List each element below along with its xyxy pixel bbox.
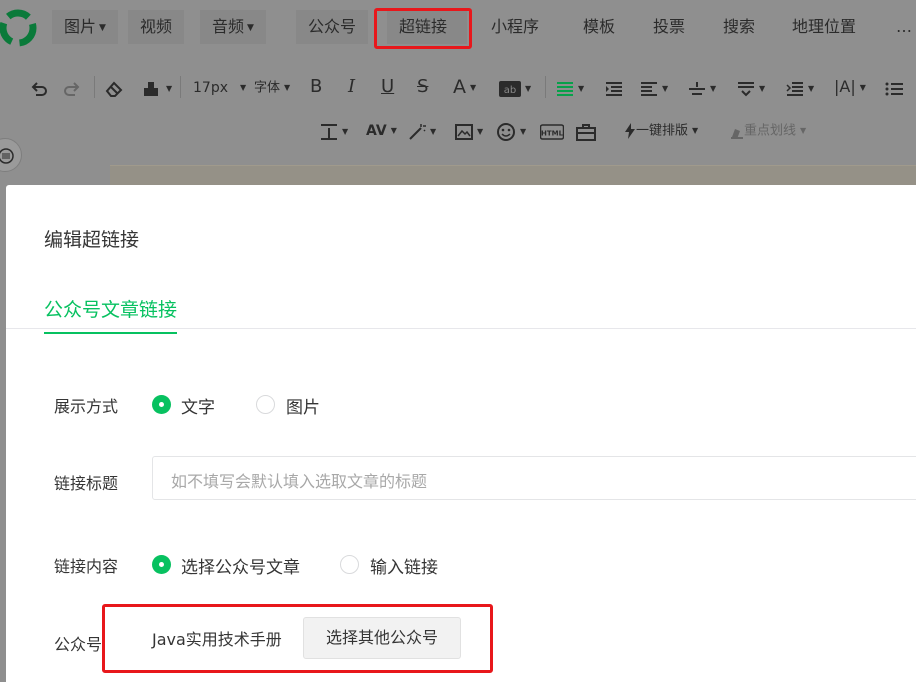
menu-search[interactable]: 搜索 <box>711 10 767 44</box>
eraser-icon[interactable] <box>104 78 124 98</box>
undo-icon[interactable] <box>30 78 48 98</box>
radio-text[interactable] <box>152 395 171 414</box>
underline-icon[interactable]: U <box>381 77 394 97</box>
radio-select-article[interactable] <box>152 555 171 574</box>
menu-audio[interactable]: 音频 ▼ <box>200 10 266 44</box>
letter-spacing-icon[interactable]: ▼ <box>786 78 814 99</box>
chevron-down-icon: ▼ <box>247 22 254 33</box>
menu-vote[interactable]: 投票 <box>641 10 697 44</box>
toolbar-divider <box>180 76 181 98</box>
list-icon[interactable] <box>885 78 903 98</box>
account-label: 公众号 <box>54 635 103 654</box>
tab-divider <box>6 328 916 329</box>
menu-more[interactable]: … <box>884 10 916 44</box>
strikethrough-icon[interactable]: S <box>417 77 428 97</box>
highlight-underline-button[interactable]: 重点划线 ▼ <box>730 121 806 142</box>
radio-image-label[interactable]: 图片 <box>286 393 320 418</box>
radio-image[interactable] <box>256 395 275 414</box>
background-color-icon[interactable]: ab ▼ <box>499 78 531 99</box>
app-logo[interactable] <box>0 8 38 48</box>
link-title-label: 链接标题 <box>54 474 119 493</box>
menu-image[interactable]: 图片 ▼ <box>52 10 118 44</box>
format-painter-icon[interactable]: ▼ <box>142 78 172 99</box>
outline-toggle-icon[interactable] <box>0 138 22 172</box>
radio-select-article-label[interactable]: 选择公众号文章 <box>181 553 300 578</box>
radio-input-link[interactable] <box>340 555 359 574</box>
lightning-icon <box>624 123 636 139</box>
redo-icon[interactable] <box>63 78 81 98</box>
toolbox-icon[interactable] <box>576 121 596 141</box>
av-spacing-icon[interactable]: AV ▼ <box>366 121 397 141</box>
line-height-icon[interactable]: ▼ <box>688 78 716 99</box>
svg-text:ab: ab <box>504 85 516 96</box>
html-icon[interactable]: HTML <box>540 121 564 141</box>
display-mode-label: 展示方式 <box>54 397 119 416</box>
font-size-select[interactable]: 17px ▼ <box>193 78 246 98</box>
magic-wand-icon[interactable]: ▼ <box>408 121 436 142</box>
toolbar-divider <box>94 76 95 98</box>
bold-icon[interactable]: B <box>310 77 322 97</box>
account-highlight-box <box>102 604 493 673</box>
svg-text:HTML: HTML <box>541 129 564 137</box>
align-icon[interactable]: ▼ <box>556 78 584 99</box>
link-content-label: 链接内容 <box>54 557 119 576</box>
radio-input-link-label[interactable]: 输入链接 <box>370 553 438 578</box>
dialog-title: 编辑超链接 <box>44 229 140 251</box>
emoji-icon[interactable]: ▼ <box>496 121 526 142</box>
menu-video[interactable]: 视频 <box>128 10 185 44</box>
paragraph-spacing-icon[interactable]: ▼ <box>737 78 765 99</box>
menu-template[interactable]: 模板 <box>571 10 627 44</box>
menu-mini-program[interactable]: 小程序 <box>479 10 551 44</box>
hyperlink-highlight-box <box>374 8 472 49</box>
link-title-input[interactable]: 如不填写会默认填入选取文章的标题 <box>152 456 916 500</box>
italic-icon[interactable]: I <box>348 77 355 97</box>
chevron-down-icon: ▼ <box>99 22 106 33</box>
text-indent-icon[interactable]: ▼ <box>320 121 348 142</box>
marker-icon <box>730 124 744 139</box>
one-click-layout-button[interactable]: 一键排版 ▼ <box>624 121 698 142</box>
menu-location[interactable]: 地理位置 <box>780 10 868 44</box>
image-icon[interactable]: ▼ <box>455 121 483 142</box>
editor-area[interactable] <box>110 165 916 185</box>
radio-text-label[interactable]: 文字 <box>181 393 215 418</box>
menu-official-account[interactable]: 公众号 <box>296 10 369 44</box>
outdent-icon[interactable]: ▼ <box>640 78 668 99</box>
toolbar-divider <box>545 76 546 98</box>
font-color-icon[interactable]: A ▼ <box>453 77 476 98</box>
text-spacing-icon[interactable]: |A| ▼ <box>834 77 866 98</box>
indent-icon[interactable] <box>605 78 623 98</box>
font-family-select[interactable]: 字体 ▼ <box>254 78 290 99</box>
